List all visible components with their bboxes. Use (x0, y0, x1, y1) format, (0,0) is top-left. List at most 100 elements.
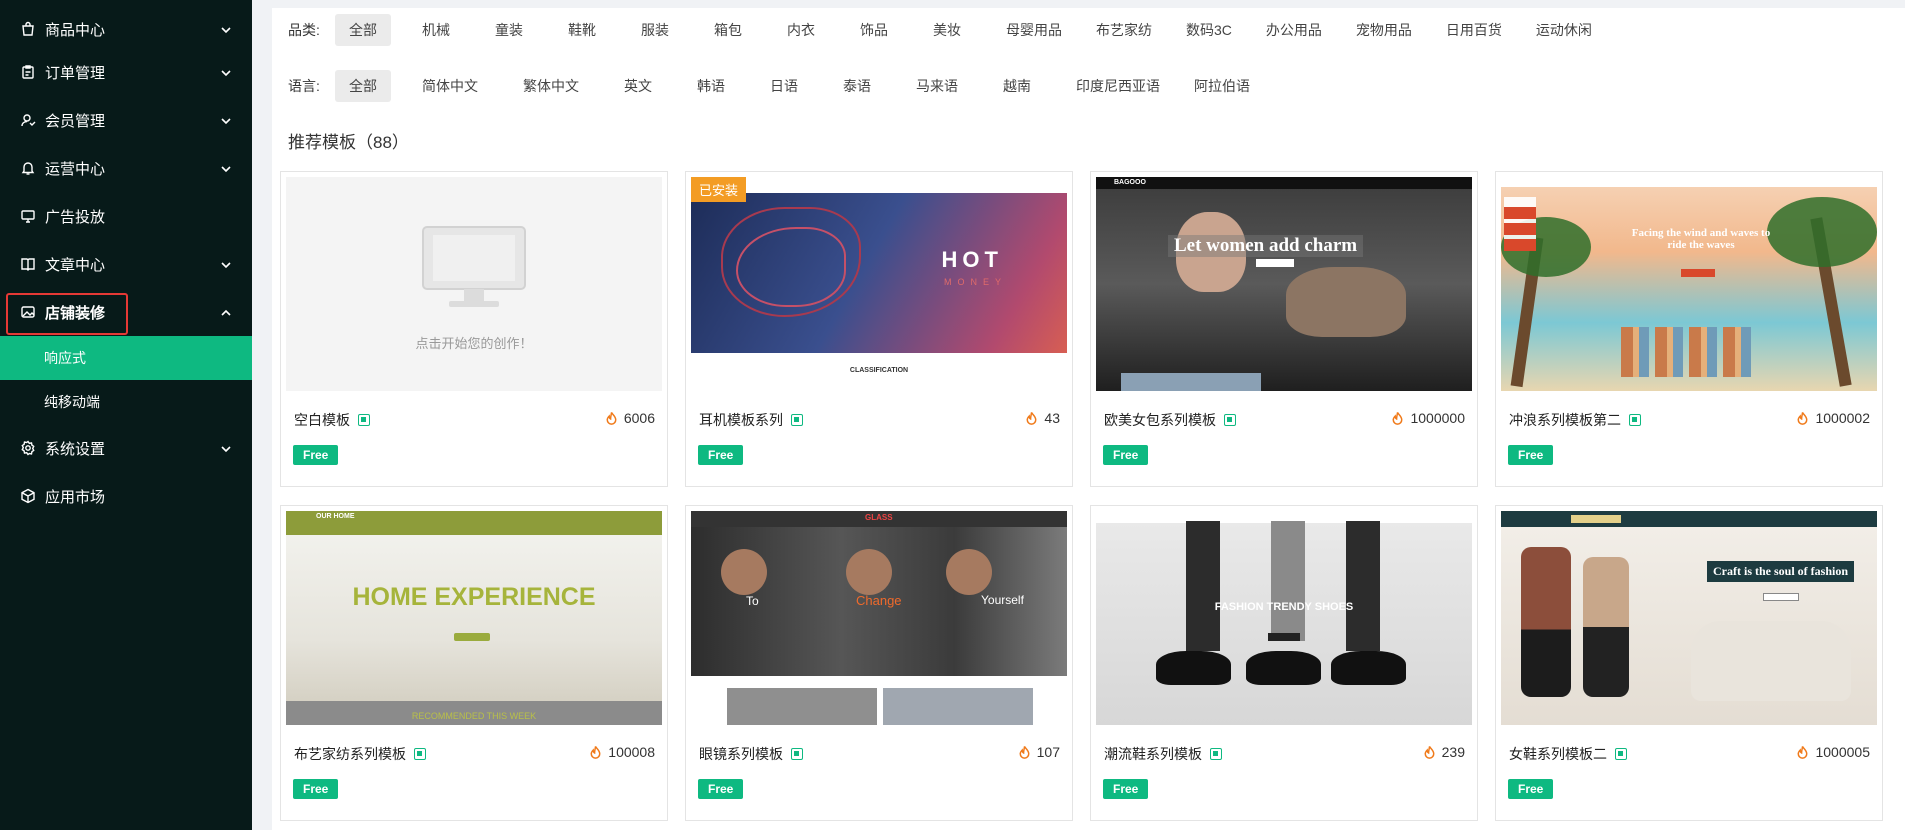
template-card[interactable]: Facing the wind and waves to ride the wa… (1495, 171, 1883, 487)
sidebar-item-members[interactable]: 会员管理 (0, 96, 252, 144)
preview-brand: GLASS (865, 513, 893, 522)
sidebar: 商品中心 订单管理 会员管理 运营中心 广告投放 文章中心 店铺装修 响应式 纯… (0, 0, 252, 830)
monitor-icon (422, 226, 526, 307)
preview-title: HOT (941, 247, 1003, 272)
template-name: 眼镜系列模板 (699, 744, 803, 764)
chevron-down-icon (220, 162, 232, 174)
fire-icon (1424, 745, 1435, 759)
language-chip[interactable]: 印度尼西亚语 (1062, 70, 1174, 102)
template-thumbnail[interactable]: Craft is the soul of fashion (1501, 511, 1877, 725)
template-card[interactable]: FASHION TRENDY SHOES 潮流鞋系列模板 239 Free (1090, 505, 1478, 821)
language-chip[interactable]: 全部 (335, 70, 391, 102)
template-card[interactable]: OUR HOME HOME EXPERIENCE RECOMMENDED THI… (280, 505, 668, 821)
language-chip[interactable]: 英文 (610, 70, 666, 102)
language-chip[interactable]: 越南 (989, 70, 1045, 102)
category-chip[interactable]: 办公用品 (1252, 14, 1336, 46)
category-chip[interactable]: 母婴用品 (992, 14, 1076, 46)
category-chip[interactable]: 饰品 (846, 14, 902, 46)
category-chip[interactable]: 内衣 (773, 14, 829, 46)
preview-title: FASHION TRENDY SHOES (1214, 601, 1354, 613)
template-thumbnail[interactable]: FASHION TRENDY SHOES (1096, 511, 1472, 725)
category-chip[interactable]: 童装 (481, 14, 537, 46)
category-chip[interactable]: 日用百货 (1432, 14, 1516, 46)
template-name: 女鞋系列模板二 (1509, 744, 1627, 764)
preview-image: Craft is the soul of fashion (1501, 511, 1877, 725)
template-thumbnail[interactable]: Facing the wind and waves to ride the wa… (1501, 177, 1877, 391)
sidebar-subitem-responsive[interactable]: 响应式 (0, 336, 252, 380)
template-card[interactable]: Craft is the soul of fashion 女鞋系列模板二 100… (1495, 505, 1883, 821)
tag-icon (1615, 748, 1627, 760)
popularity: 239 (1422, 744, 1465, 760)
language-chip[interactable]: 阿拉伯语 (1180, 70, 1264, 102)
fire-icon (1393, 411, 1403, 425)
language-chip[interactable]: 简体中文 (408, 70, 492, 102)
preview-image: GLASS To Change Yourself (691, 511, 1067, 725)
sidebar-item-orders[interactable]: 订单管理 (0, 48, 252, 96)
sidebar-subitem-label: 纯移动端 (44, 394, 100, 410)
language-chip[interactable]: 泰语 (829, 70, 885, 102)
chevron-down-icon (220, 114, 232, 126)
preview-title: HOME EXPERIENCE (352, 583, 596, 611)
preview-word: Yourself (981, 593, 1024, 607)
section-title: 推荐模板（88） (288, 133, 409, 152)
category-chip[interactable]: 运动休闲 (1522, 14, 1606, 46)
sidebar-item-articles[interactable]: 文章中心 (0, 240, 252, 288)
sidebar-item-app-market[interactable]: 应用市场 (0, 472, 252, 520)
category-chip[interactable]: 服装 (627, 14, 683, 46)
sidebar-item-store-decoration[interactable]: 店铺装修 (0, 288, 252, 336)
chevron-up-icon (220, 306, 232, 318)
category-chip[interactable]: 宠物用品 (1342, 14, 1426, 46)
blank-caption: 点击开始您的创作！ (415, 336, 533, 351)
bag-icon (20, 21, 36, 37)
category-chip[interactable]: 布艺家纺 (1082, 14, 1166, 46)
template-name: 欧美女包系列模板 (1104, 410, 1236, 430)
chevron-down-icon (220, 23, 232, 35)
fire-icon (1019, 745, 1030, 759)
template-card[interactable]: 已安装 HOT MONEY CLASSIFICATION 耳机模板系列 43 F… (685, 171, 1073, 487)
category-filter: 品类: 全部 机械 童装 鞋靴 服装 箱包 内衣 饰品 美妆 母婴用品 布艺家纺… (288, 14, 1623, 46)
fire-icon (1798, 411, 1808, 425)
category-chip[interactable]: 数码3C (1172, 14, 1246, 46)
sidebar-subitem-label: 响应式 (44, 350, 86, 366)
template-thumbnail[interactable]: OUR HOME HOME EXPERIENCE RECOMMENDED THI… (286, 511, 662, 725)
category-chip[interactable]: 机械 (408, 14, 464, 46)
preview-subtitle: MONEY (943, 277, 1007, 287)
tag-icon (358, 414, 370, 426)
sidebar-item-settings[interactable]: 系统设置 (0, 424, 252, 472)
template-thumbnail[interactable]: 点击开始您的创作！ (286, 177, 662, 391)
sidebar-subitem-mobile-only[interactable]: 纯移动端 (0, 380, 252, 424)
tag-icon (791, 414, 803, 426)
category-chip[interactable]: 美妆 (919, 14, 975, 46)
category-chip[interactable]: 鞋靴 (554, 14, 610, 46)
category-chip[interactable]: 全部 (335, 14, 391, 46)
sidebar-item-ads[interactable]: 广告投放 (0, 192, 252, 240)
preview-image: FASHION TRENDY SHOES (1096, 511, 1472, 725)
sidebar-item-label: 应用市场 (45, 488, 106, 506)
sidebar-item-operations[interactable]: 运营中心 (0, 144, 252, 192)
template-grid: 点击开始您的创作！ 空白模板 6006 Free 已安装 HOT MONEY C… (280, 171, 1883, 821)
template-card[interactable]: BAGOOO Let women add charm 欧美女包系列模板 1000… (1090, 171, 1478, 487)
book-icon (20, 256, 36, 272)
language-chip[interactable]: 马来语 (902, 70, 972, 102)
template-name: 空白模板 (294, 410, 370, 430)
language-filter-label: 语言: (288, 78, 320, 94)
language-chip[interactable]: 韩语 (683, 70, 739, 102)
popularity: 1000002 (1795, 410, 1870, 426)
template-card[interactable]: 点击开始您的创作！ 空白模板 6006 Free (280, 171, 668, 487)
sidebar-item-goods[interactable]: 商品中心 (0, 5, 252, 53)
template-name: 冲浪系列模板第二 (1509, 410, 1641, 430)
free-badge: Free (1103, 779, 1149, 799)
category-chip[interactable]: 箱包 (700, 14, 756, 46)
template-thumbnail[interactable]: GLASS To Change Yourself (691, 511, 1067, 725)
language-chip[interactable]: 日语 (756, 70, 812, 102)
sidebar-item-label: 运营中心 (45, 160, 106, 178)
popularity: 107 (1017, 744, 1060, 760)
template-card[interactable]: GLASS To Change Yourself 眼镜系列模板 107 Free (685, 505, 1073, 821)
tag-icon (791, 748, 803, 760)
template-thumbnail[interactable]: 已安装 HOT MONEY CLASSIFICATION (691, 177, 1067, 391)
language-filter: 语言: 全部 简体中文 繁体中文 英文 韩语 日语 泰语 马来语 越南 印度尼西… (288, 70, 1281, 102)
free-badge: Free (698, 445, 744, 465)
template-thumbnail[interactable]: BAGOOO Let women add charm (1096, 177, 1472, 391)
language-chip[interactable]: 繁体中文 (509, 70, 593, 102)
preview-word: Change (856, 593, 902, 608)
